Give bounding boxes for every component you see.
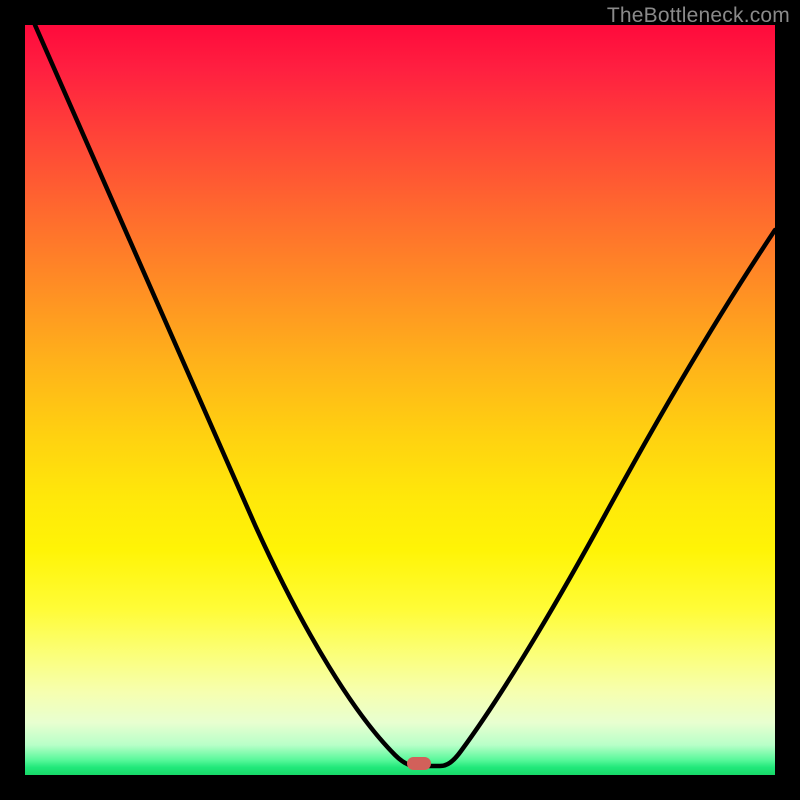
optimal-point-marker (407, 757, 431, 770)
bottleneck-curve (25, 25, 775, 775)
chart-container: TheBottleneck.com (0, 0, 800, 800)
watermark-text: TheBottleneck.com (607, 4, 790, 28)
curve-path (35, 25, 775, 766)
plot-area (25, 25, 775, 775)
